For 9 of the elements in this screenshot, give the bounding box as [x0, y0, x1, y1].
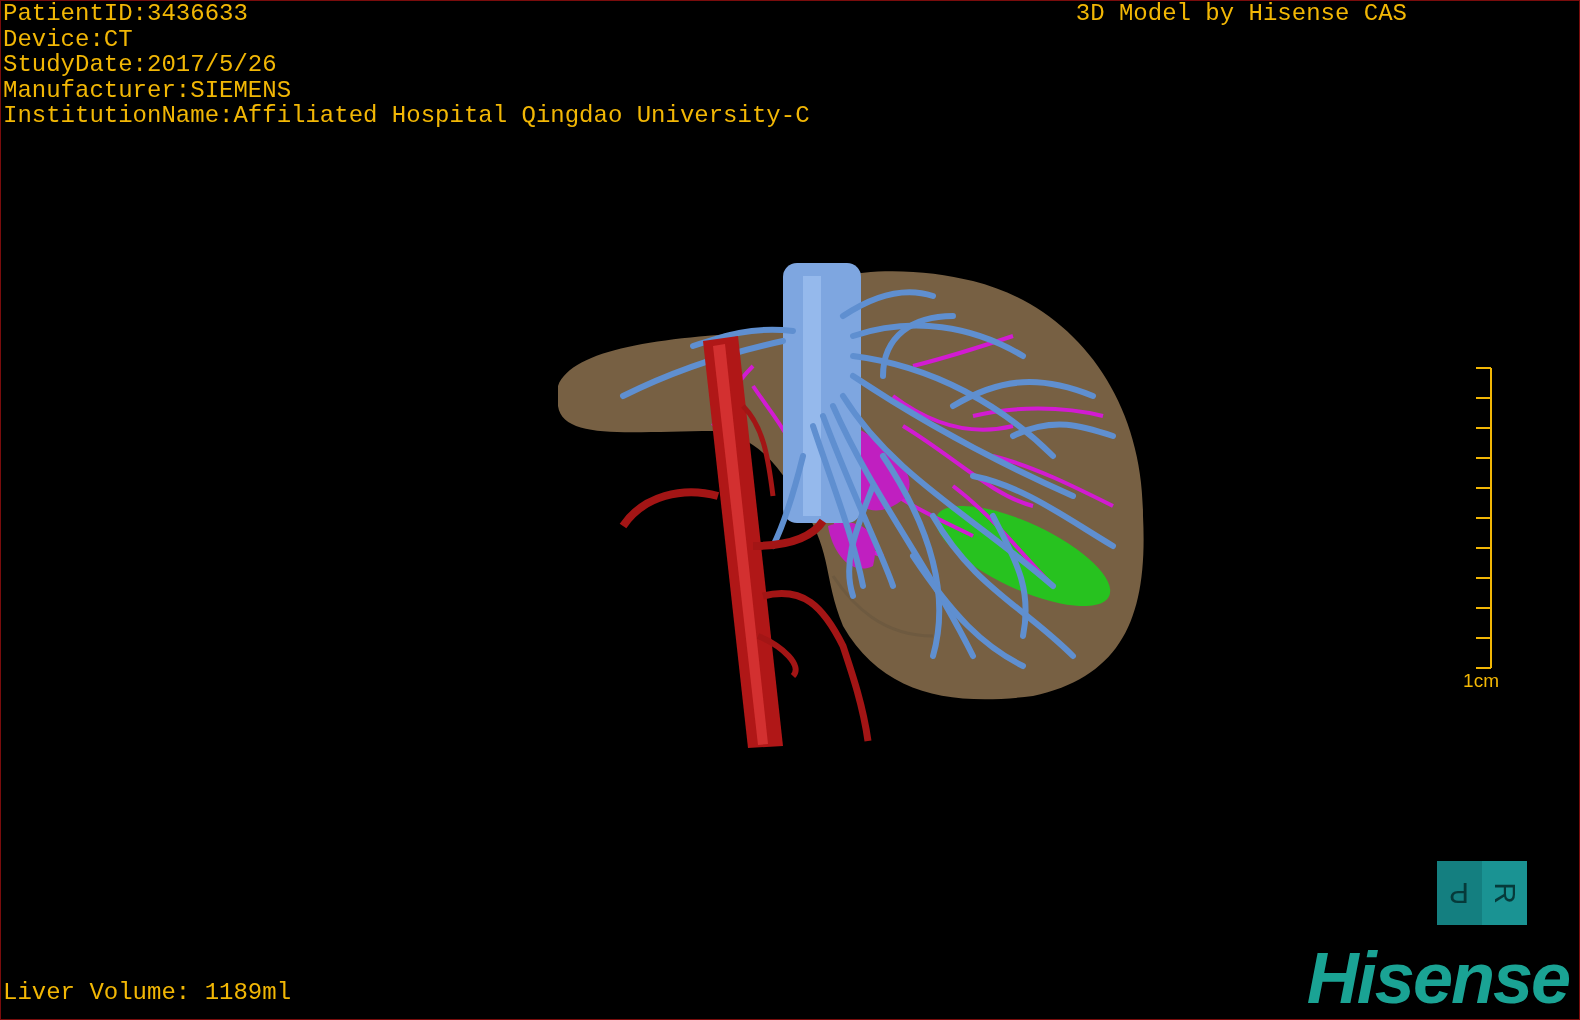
- liver-volume-text: Liver Volume: 1189ml: [2, 979, 292, 1005]
- brand-logo: Hisense: [1306, 943, 1570, 1013]
- patient-info-text: InstitutionName:Affiliated Hospital Qingdao University-C: [3, 103, 810, 129]
- scale-label: 1cm: [1463, 670, 1499, 691]
- viewer-title: 3D Model by Hisense CAS: [1075, 1, 1407, 27]
- patient-info-text: Device:CT: [3, 26, 134, 52]
- patient-info-text: Manufacturer:SIEMENS: [3, 77, 293, 103]
- patient-info-text: StudyDate:2017/5/26: [3, 52, 278, 78]
- patient-info-text: PatientID:3436633: [3, 1, 249, 27]
